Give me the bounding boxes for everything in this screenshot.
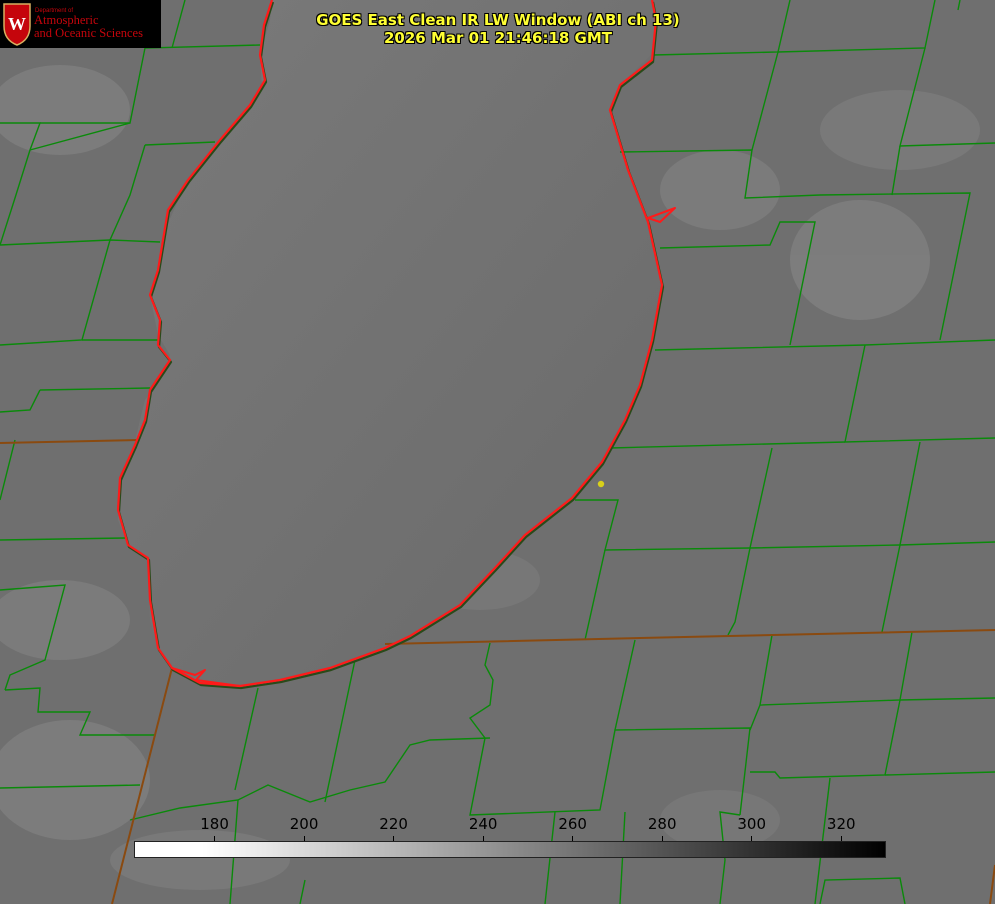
satellite-map[interactable]: [0, 0, 995, 904]
colorbar-tick-label: 240: [468, 815, 498, 833]
colorbar-gradient: [134, 841, 886, 858]
colorbar-tick-label: 260: [558, 815, 587, 833]
title-line-1: GOES East Clean IR LW Window (ABI ch 13): [316, 11, 680, 29]
colorbar-tick-label: 180: [200, 815, 229, 833]
satellite-viewer[interactable]: W Department of Atmospheric and Oceanic …: [0, 0, 995, 904]
location-marker[interactable]: [597, 480, 605, 488]
image-title: GOES East Clean IR LW Window (ABI ch 13)…: [248, 11, 748, 47]
colorbar-tick-label: 300: [737, 815, 767, 833]
colorbar-tick-label: 200: [289, 815, 319, 833]
logo-line-2: and Oceanic Sciences: [34, 26, 143, 40]
title-line-2: 2026 Mar 01 21:46:18 GMT: [383, 29, 613, 47]
uw-aos-logo[interactable]: W Department of Atmospheric and Oceanic …: [0, 0, 161, 48]
colorbar-tick-label: 320: [826, 815, 856, 833]
colorbar-tick-label: 220: [379, 815, 408, 833]
colorbar-tick-label: 280: [647, 815, 677, 833]
crest-letter: W: [8, 14, 26, 34]
uw-crest-icon: W: [3, 3, 31, 46]
